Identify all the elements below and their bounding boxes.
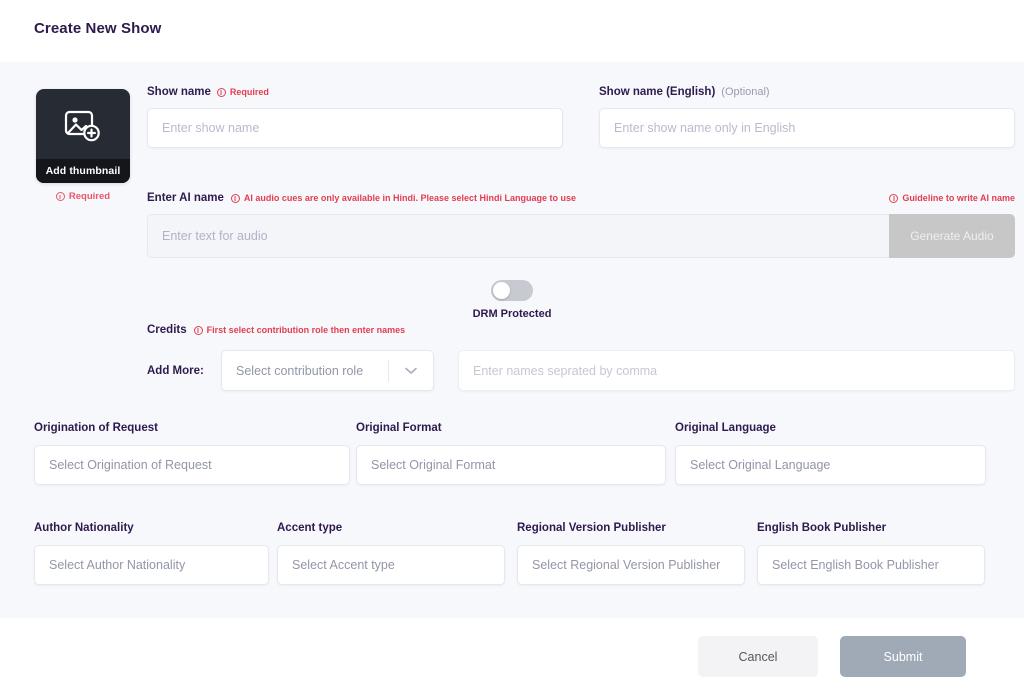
original-language-group: Original Language Select Original Langua…	[675, 422, 986, 485]
show-name-label-row: Show name Required	[147, 86, 563, 98]
info-circle-icon	[230, 193, 240, 203]
show-name-group: Show name Required Enter show name	[147, 86, 563, 148]
drm-section: DRM Protected	[0, 280, 1024, 320]
accent-type-label: Accent type	[277, 522, 343, 534]
show-name-label: Show name	[147, 86, 211, 98]
drm-label: DRM Protected	[472, 308, 552, 320]
create-new-show-page: Create New Show Add thumbnail Required S…	[0, 0, 1024, 685]
thumbnail-box[interactable]: Add thumbnail	[36, 89, 130, 183]
show-name-english-optional-badge: (Optional)	[721, 86, 770, 98]
regional-version-publisher-label: Regional Version Publisher	[517, 522, 666, 534]
generate-audio-button[interactable]: Generate Audio	[889, 214, 1015, 258]
drm-toggle-knob	[493, 282, 510, 299]
credits-label-row: Credits First select contribution role t…	[147, 324, 1015, 336]
show-name-english-group: Show name (English) (Optional) Enter sho…	[599, 86, 1015, 148]
original-language-select[interactable]: Select Original Language	[675, 445, 986, 485]
thumbnail-required-label: Required	[68, 191, 111, 202]
original-language-label: Original Language	[675, 422, 776, 434]
ai-name-guideline-text: Guideline to write AI name	[902, 193, 1015, 203]
thumbnail-uploader[interactable]: Add thumbnail Required	[36, 89, 130, 202]
ai-name-label-row: Enter AI name AI audio cues are only ava…	[147, 192, 1015, 204]
page-header: Create New Show	[0, 0, 1024, 62]
thumbnail-caption: Add thumbnail	[36, 159, 130, 183]
original-format-group: Original Format Select Original Format	[356, 422, 666, 485]
submit-button[interactable]: Submit	[840, 636, 966, 677]
show-name-english-label-row: Show name (English) (Optional)	[599, 86, 1015, 98]
show-name-required-text: Required	[229, 87, 269, 97]
footer-buttons: Cancel Submit	[698, 636, 966, 677]
show-name-required-badge: Required	[216, 87, 269, 97]
author-nationality-select[interactable]: Select Author Nationality	[34, 545, 269, 585]
show-name-input[interactable]: Enter show name	[147, 108, 563, 148]
contribution-role-value: Select contribution role	[236, 363, 364, 378]
accent-type-group: Accent type Select Accent type	[277, 522, 505, 585]
info-circle-icon	[193, 325, 203, 335]
ai-name-section: Enter AI name AI audio cues are only ava…	[147, 192, 1015, 258]
ai-name-guideline-link[interactable]: Guideline to write AI name	[889, 193, 1015, 203]
credits-hint: First select contribution role then ente…	[193, 325, 406, 335]
origination-of-request-label: Origination of Request	[34, 422, 158, 434]
credits-section: Credits First select contribution role t…	[147, 324, 1015, 391]
add-more-label: Add More:	[147, 364, 204, 377]
image-add-icon	[63, 110, 103, 149]
form-panel: Add thumbnail Required Show name Require…	[0, 62, 1024, 618]
accent-type-select[interactable]: Select Accent type	[277, 545, 505, 585]
info-circle-icon	[216, 87, 226, 97]
ai-name-input[interactable]: Enter text for audio	[147, 214, 889, 258]
ai-name-hint: AI audio cues are only available in Hind…	[230, 193, 577, 203]
contribution-role-select[interactable]: Select contribution role	[221, 350, 434, 391]
credits-row: Add More: Select contribution role Enter…	[147, 350, 1015, 391]
credits-hint-text: First select contribution role then ente…	[206, 325, 406, 335]
page-title: Create New Show	[34, 20, 162, 37]
info-circle-icon	[55, 192, 65, 201]
credit-names-input[interactable]: Enter names seprated by comma	[458, 350, 1015, 391]
origination-of-request-select[interactable]: Select Origination of Request	[34, 445, 350, 485]
cancel-button[interactable]: Cancel	[698, 636, 818, 677]
original-format-select[interactable]: Select Original Format	[356, 445, 666, 485]
show-names-section: Show name Required Enter show name Show …	[147, 86, 1015, 148]
english-book-publisher-label: English Book Publisher	[757, 522, 887, 534]
page-footer: Cancel Submit	[0, 618, 1024, 685]
english-book-publisher-group: English Book Publisher Select English Bo…	[757, 522, 985, 585]
show-name-english-label: Show name (English)	[599, 86, 716, 98]
ai-name-input-row: Enter text for audio Generate Audio	[147, 214, 1015, 258]
regional-version-publisher-select[interactable]: Select Regional Version Publisher	[517, 545, 745, 585]
thumbnail-required-note: Required	[36, 191, 130, 202]
english-book-publisher-select[interactable]: Select English Book Publisher	[757, 545, 985, 585]
chevron-down-icon	[389, 367, 433, 375]
origination-of-request-group: Origination of Request Select Originatio…	[34, 422, 350, 485]
regional-version-publisher-group: Regional Version Publisher Select Region…	[517, 522, 745, 585]
show-name-english-input[interactable]: Enter show name only in English	[599, 108, 1015, 148]
original-format-label: Original Format	[356, 422, 442, 434]
author-nationality-label: Author Nationality	[34, 522, 134, 534]
info-circle-icon	[889, 193, 899, 203]
ai-name-hint-text: AI audio cues are only available in Hind…	[243, 193, 577, 203]
author-nationality-group: Author Nationality Select Author Nationa…	[34, 522, 269, 585]
credits-label: Credits	[147, 324, 187, 336]
drm-toggle[interactable]	[491, 280, 533, 301]
ai-name-label: Enter AI name	[147, 192, 224, 204]
ai-name-label-left: Enter AI name AI audio cues are only ava…	[147, 192, 576, 204]
